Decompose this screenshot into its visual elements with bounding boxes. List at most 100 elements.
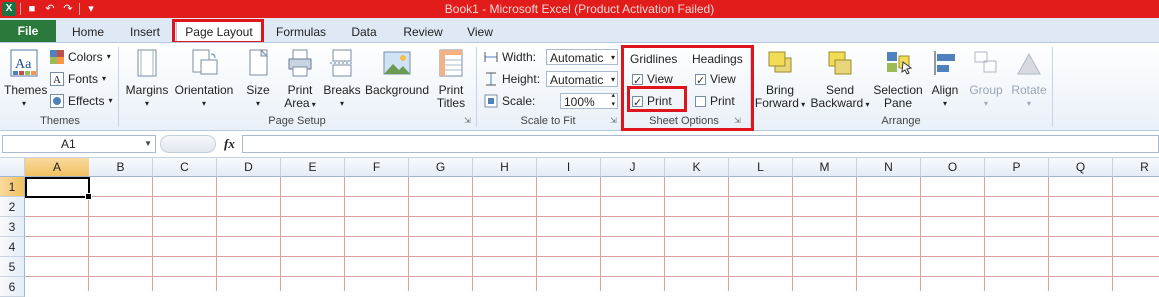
colors-button[interactable]: Colors ▾	[50, 48, 111, 66]
gridlines-view-checkbox[interactable]: View	[632, 70, 673, 90]
spinner-arrows-icon[interactable]: ▴ ▾	[611, 91, 615, 109]
worksheet-grid[interactable]: ABCDEFGHIJKLMNOPQR 123456	[0, 158, 1159, 297]
select-all-corner[interactable]	[0, 158, 25, 177]
row-header-1[interactable]: 1	[0, 177, 25, 197]
tab-data[interactable]: Data	[342, 22, 386, 42]
breaks-label: Breaks	[323, 83, 361, 97]
size-button[interactable]: Size ▾	[240, 48, 276, 110]
column-header-b[interactable]: B	[89, 158, 153, 177]
width-label: Width:	[502, 50, 537, 64]
headings-heading: Headings	[692, 52, 743, 66]
print-area-label-2: Area	[284, 96, 310, 110]
align-icon	[934, 51, 955, 75]
column-header-p[interactable]: P	[985, 158, 1049, 177]
active-cell-a1[interactable]	[25, 177, 92, 200]
tab-page-layout[interactable]: Page Layout	[176, 21, 262, 43]
formula-input[interactable]	[242, 135, 1159, 153]
width-value: Automatic	[550, 51, 604, 65]
column-header-c[interactable]: C	[153, 158, 217, 177]
tab-review[interactable]: Review	[396, 22, 450, 42]
column-header-r[interactable]: R	[1113, 158, 1159, 177]
name-box[interactable]: A1 ▼	[2, 135, 156, 153]
chevron-down-icon: ▾	[983, 99, 988, 108]
column-header-f[interactable]: F	[345, 158, 409, 177]
tab-home[interactable]: Home	[64, 22, 112, 42]
orientation-button[interactable]: Orientation ▾	[172, 48, 236, 110]
svg-text:Aa: Aa	[15, 57, 32, 72]
rotate-label: Rotate	[1011, 83, 1047, 97]
cell-area[interactable]	[25, 177, 1159, 291]
formula-bar-resize-handle[interactable]	[160, 135, 216, 153]
column-header-o[interactable]: O	[921, 158, 985, 177]
headings-print-label: Print	[710, 94, 735, 108]
chevron-down-icon: ▾	[610, 75, 615, 84]
height-label: Height:	[502, 72, 541, 86]
column-header-j[interactable]: J	[601, 158, 665, 177]
checkbox-checked-icon[interactable]	[632, 94, 643, 112]
bring-forward-icon	[768, 51, 792, 73]
orientation-icon	[192, 49, 218, 75]
column-header-i[interactable]: I	[537, 158, 601, 177]
tab-view[interactable]: View	[458, 22, 502, 42]
column-header-k[interactable]: K	[665, 158, 729, 177]
column-header-d[interactable]: D	[217, 158, 281, 177]
gridlines-heading: Gridlines	[630, 52, 678, 66]
selection-pane-label-2: Pane	[883, 96, 913, 110]
formula-bar-controls: fx	[160, 135, 240, 153]
column-header-h[interactable]: H	[473, 158, 537, 177]
tab-file[interactable]: File	[0, 20, 56, 42]
checkbox-checked-icon[interactable]	[632, 72, 643, 90]
themes-button[interactable]: Aa Themes ▾	[4, 48, 47, 110]
print-area-button[interactable]: Print Area ▾	[280, 48, 320, 111]
headings-print-checkbox[interactable]: Print	[695, 92, 735, 110]
column-header-e[interactable]: E	[281, 158, 345, 177]
print-titles-button[interactable]: Print Titles	[432, 48, 470, 110]
row-header-5[interactable]: 5	[0, 257, 25, 277]
size-label: Size	[246, 83, 270, 97]
effects-button[interactable]: Effects ▾	[50, 92, 112, 110]
scale-spinner[interactable]: 100% ▴ ▾	[560, 91, 618, 109]
column-header-n[interactable]: N	[857, 158, 921, 177]
background-button[interactable]: Background	[364, 48, 430, 97]
insert-function-icon[interactable]: fx	[224, 136, 235, 152]
rotate-button[interactable]: Rotate ▾	[1008, 48, 1050, 110]
column-header-q[interactable]: Q	[1049, 158, 1113, 177]
row-header-2[interactable]: 2	[0, 197, 25, 217]
bring-forward-button[interactable]: Bring Forward ▾	[752, 48, 808, 111]
row-header-4[interactable]: 4	[0, 237, 25, 257]
group-separator	[622, 47, 623, 127]
column-header-a[interactable]: A	[25, 158, 90, 177]
tab-insert[interactable]: Insert	[120, 22, 170, 42]
breaks-button[interactable]: Breaks ▾	[322, 48, 362, 110]
send-backward-button[interactable]: Send Backward ▾	[810, 48, 870, 111]
height-dropdown[interactable]: Automatic ▾	[546, 71, 618, 87]
chevron-down-icon[interactable]: ▼	[144, 136, 152, 152]
gridlines-print-checkbox[interactable]: Print	[632, 92, 672, 112]
fonts-label: Fonts	[68, 72, 99, 86]
fonts-button[interactable]: A Fonts ▾	[50, 70, 106, 88]
column-header-g[interactable]: G	[409, 158, 473, 177]
height-row: Height:	[484, 70, 540, 88]
scale-to-fit-group-label: Scale to Fit	[520, 115, 576, 127]
send-backward-label-2: Backward	[810, 96, 864, 110]
tab-formulas[interactable]: Formulas	[270, 22, 332, 42]
scale-to-fit-dialog-launcher-icon[interactable]: ⇲	[610, 117, 618, 125]
group-button[interactable]: Group ▾	[966, 48, 1006, 110]
margins-button[interactable]: Margins ▾	[124, 48, 170, 110]
bring-forward-label-2: Forward	[754, 96, 799, 110]
checkbox-unchecked-icon[interactable]	[695, 95, 706, 107]
checkbox-checked-icon[interactable]	[695, 72, 706, 90]
column-header-m[interactable]: M	[793, 158, 857, 177]
width-dropdown[interactable]: Automatic ▾	[546, 49, 618, 65]
headings-view-checkbox[interactable]: View	[695, 70, 736, 90]
align-button[interactable]: Align ▾	[926, 48, 964, 110]
page-setup-group-label: Page Setup	[268, 115, 326, 127]
row-header-3[interactable]: 3	[0, 217, 25, 237]
selection-pane-button[interactable]: Selection Pane	[872, 48, 924, 110]
chevron-down-icon: ▾	[798, 100, 806, 109]
sheet-options-dialog-launcher-icon[interactable]: ⇲	[734, 117, 742, 125]
page-setup-dialog-launcher-icon[interactable]: ⇲	[464, 117, 472, 125]
headings-view-label: View	[710, 72, 736, 86]
row-header-6[interactable]: 6	[0, 277, 25, 297]
column-header-l[interactable]: L	[729, 158, 793, 177]
